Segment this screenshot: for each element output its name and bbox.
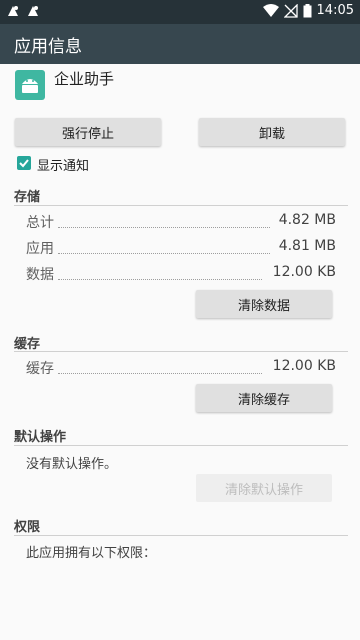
divider [14,351,348,352]
no-sim-icon [283,3,298,18]
notification-icon [8,6,18,16]
notifications-checkbox[interactable] [17,156,31,170]
dotted-leader [58,279,262,280]
storage-total-value: 4.82 MB [278,212,336,228]
permissions-text: 此应用拥有以下权限： [26,546,157,561]
storage-data-value: 12.00 KB [272,264,336,280]
storage-app-label: 应用 [26,241,54,257]
divider [14,535,348,536]
checkmark-icon [19,159,29,168]
defaults-section-title: 默认操作 [14,430,67,445]
page-title: 应用信息 [14,37,82,57]
app-icon [15,70,45,100]
clear-data-button[interactable]: 清除数据 [196,290,332,318]
cache-section-title: 缓存 [14,337,41,352]
divider [14,445,348,446]
dotted-leader [58,373,262,374]
notification-icon [28,6,38,16]
notifications-label[interactable]: 显示通知 [37,155,89,174]
force-stop-button[interactable]: 强行停止 [15,118,161,146]
cache-value: 12.00 KB [272,358,336,374]
battery-icon [303,3,312,17]
uninstall-button[interactable]: 卸载 [199,118,345,146]
clear-defaults-button[interactable]: 清除默认操作 [196,474,332,502]
storage-data-label: 数据 [26,267,54,283]
status-bar: 14:05 [0,0,360,24]
storage-total-label: 总计 [26,215,54,231]
dotted-leader [58,227,270,228]
status-left-icons [6,4,40,18]
cache-label: 缓存 [26,361,54,377]
defaults-text: 没有默认操作。 [26,457,118,472]
app-bar: 应用信息 [0,24,360,64]
status-right: 14:05 [262,3,354,18]
app-name: 企业助手 [54,70,115,88]
android-icon [22,79,38,93]
wifi-icon [262,3,279,17]
storage-section-title: 存储 [14,190,41,205]
clear-cache-button[interactable]: 清除缓存 [196,384,332,412]
divider [14,205,348,206]
status-time: 14:05 [316,3,354,18]
storage-app-value: 4.81 MB [278,238,336,254]
permissions-section-title: 权限 [14,520,41,535]
dotted-leader [58,253,270,254]
